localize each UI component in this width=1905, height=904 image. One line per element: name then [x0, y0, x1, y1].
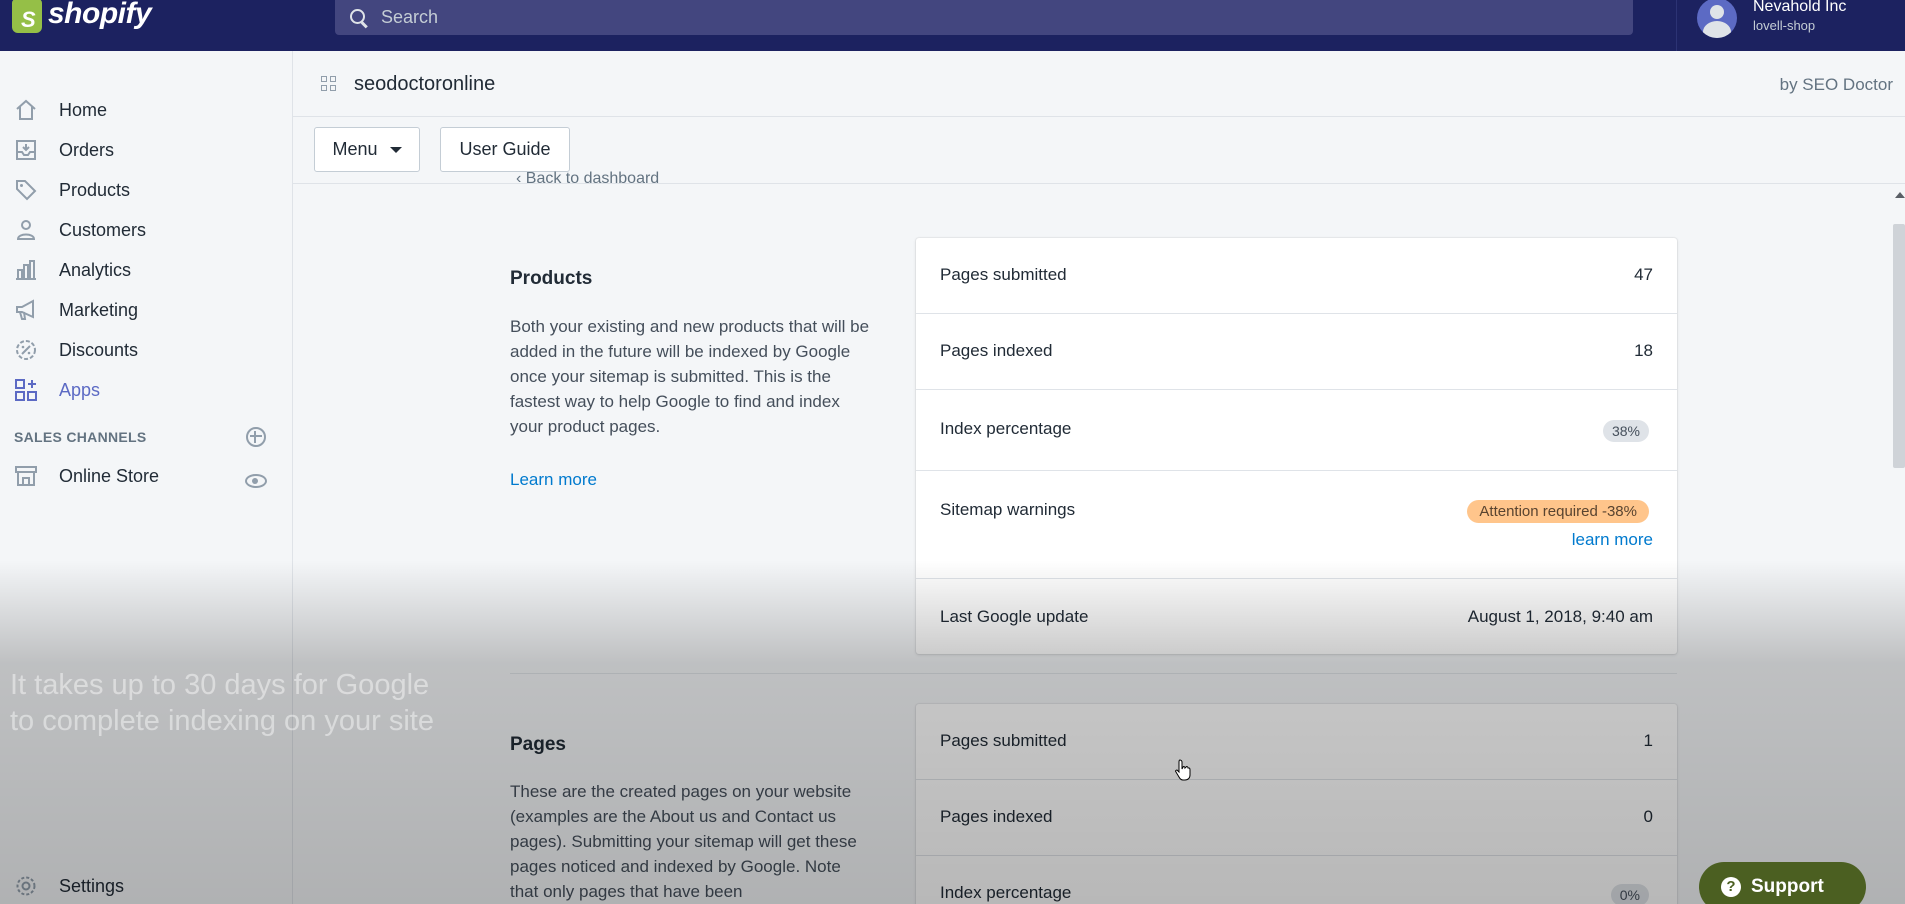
sidebar-item-label: Analytics: [59, 259, 132, 280]
sidebar-item-home[interactable]: Home: [0, 92, 292, 128]
products-stats-card: Pages submitted 47 Pages indexed 18 Inde…: [916, 238, 1677, 654]
top-bar: shopify Search Nevahold Inc lovell-shop: [0, 0, 1905, 51]
sidebar-item-settings[interactable]: Settings: [0, 868, 292, 904]
sidebar-item-discounts[interactable]: Discounts: [0, 332, 292, 368]
stat-label: Last Google update: [940, 607, 1089, 626]
stat-row: Sitemap warnings Attention required -38%…: [916, 471, 1677, 579]
stat-row: Index percentage 38%: [916, 390, 1677, 471]
app-title: seodoctoronline: [354, 73, 496, 95]
stat-value: 47: [1634, 265, 1653, 284]
pages-stats-card: Pages submitted 1 Pages indexed 0 Index …: [916, 704, 1677, 904]
stat-value: August 1, 2018, 9:40 am: [1467, 607, 1653, 626]
sidebar-item-marketing[interactable]: Marketing: [0, 292, 292, 328]
back-to-dashboard-link[interactable]: ‹ Back to dashboard: [516, 170, 659, 184]
stat-label: Pages indexed: [940, 341, 1053, 360]
sidebar-item-apps[interactable]: Apps: [0, 372, 292, 408]
sidebar-item-customers[interactable]: Customers: [0, 212, 292, 248]
view-store-eye-icon[interactable]: [245, 474, 267, 488]
user-guide-button[interactable]: User Guide: [440, 127, 570, 172]
index-percentage-badge: 0%: [1610, 884, 1649, 904]
discount-icon: [14, 338, 38, 362]
stat-value: 1: [1643, 731, 1653, 750]
account-menu[interactable]: Nevahold Inc lovell-shop: [1676, 0, 1846, 51]
tag-icon: [14, 178, 38, 202]
shopify-bag-icon: [12, 0, 42, 33]
apps-icon: [14, 378, 38, 402]
stat-row: Pages submitted 1: [916, 704, 1677, 780]
shopify-logo[interactable]: shopify: [12, 0, 152, 40]
sidebar-item-label: Discounts: [59, 339, 139, 360]
search-bar[interactable]: Search: [335, 0, 1633, 35]
add-sales-channel-icon[interactable]: [246, 427, 266, 447]
scroll-up-arrow-icon[interactable]: [1895, 192, 1905, 198]
search-input[interactable]: Search: [381, 7, 438, 28]
menu-button-label: Menu: [332, 139, 378, 159]
sidebar-item-analytics[interactable]: Analytics: [0, 252, 292, 288]
apps-grid-icon: [321, 76, 337, 92]
app-developer[interactable]: by SEO Doctor: [1780, 75, 1893, 95]
sidebar-item-label: Orders: [59, 139, 115, 160]
sidebar-item-label: Settings: [59, 875, 125, 896]
stat-row: Pages indexed 0: [916, 780, 1677, 856]
section-divider: [510, 673, 1677, 674]
sidebar-item-label: Products: [59, 179, 131, 200]
pages-section-title: Pages: [510, 734, 566, 755]
stat-label: Index percentage: [940, 419, 1072, 438]
account-shop: lovell-shop: [1753, 18, 1816, 33]
help-icon: ?: [1721, 877, 1741, 897]
search-icon: [349, 8, 369, 28]
stat-row: Index percentage 0%: [916, 856, 1677, 904]
stat-row: Pages submitted 47: [916, 238, 1677, 314]
app-header: seodoctoronline by SEO Doctor: [293, 51, 1905, 117]
person-icon: [14, 218, 38, 242]
stat-label: Sitemap warnings: [940, 500, 1076, 519]
stat-value: 18: [1634, 341, 1653, 360]
sidebar-item-products[interactable]: Products: [0, 172, 292, 208]
support-label: Support: [1751, 876, 1824, 897]
orders-icon: [14, 138, 38, 162]
stat-row: Last Google update August 1, 2018, 9:40 …: [916, 579, 1677, 654]
sidebar-item-label: Customers: [59, 219, 147, 240]
products-learn-more-link[interactable]: Learn more: [510, 470, 597, 490]
sidebar-item-label: Apps: [59, 379, 101, 400]
sidebar-item-orders[interactable]: Orders: [0, 132, 292, 168]
sidebar-item-label: Online Store: [59, 465, 160, 486]
brand-name: shopify: [48, 0, 152, 30]
stat-row: Pages indexed 18: [916, 314, 1677, 390]
menu-button[interactable]: Menu: [314, 127, 420, 172]
stat-label: Pages indexed: [940, 807, 1053, 826]
account-name: Nevahold Inc: [1753, 0, 1847, 15]
avatar[interactable]: [1697, 0, 1737, 38]
stat-label: Pages submitted: [940, 731, 1067, 750]
store-icon: [14, 464, 38, 488]
sidebar-item-label: Home: [59, 99, 108, 120]
attention-required-badge: Attention required -38%: [1467, 500, 1649, 523]
stat-label: Pages submitted: [940, 265, 1067, 284]
products-section-title: Products: [510, 268, 593, 289]
index-percentage-badge: 38%: [1602, 420, 1649, 442]
scrollbar-thumb[interactable]: [1893, 224, 1905, 468]
products-section-description: Both your existing and new products that…: [510, 317, 870, 436]
home-icon: [14, 98, 38, 122]
video-caption: It takes up to 30 days for Google to com…: [10, 669, 434, 737]
hand-cursor-icon: [1175, 759, 1191, 781]
gear-icon: [14, 874, 38, 898]
caret-down-icon: [389, 146, 402, 153]
stat-label: Index percentage: [940, 883, 1072, 902]
sales-channels-heading: SALES CHANNELS: [14, 429, 147, 445]
pages-section-description: These are the created pages on your webs…: [510, 782, 857, 901]
sidebar-item-label: Marketing: [59, 299, 139, 320]
megaphone-icon: [14, 298, 38, 322]
sidebar: Home Orders Products Customers Analytics…: [0, 51, 293, 904]
stat-value: 0: [1643, 807, 1653, 826]
bar-chart-icon: [14, 258, 38, 282]
support-button[interactable]: ? Support: [1699, 862, 1866, 904]
sitemap-warnings-learn-more-link[interactable]: learn more: [1572, 530, 1653, 550]
